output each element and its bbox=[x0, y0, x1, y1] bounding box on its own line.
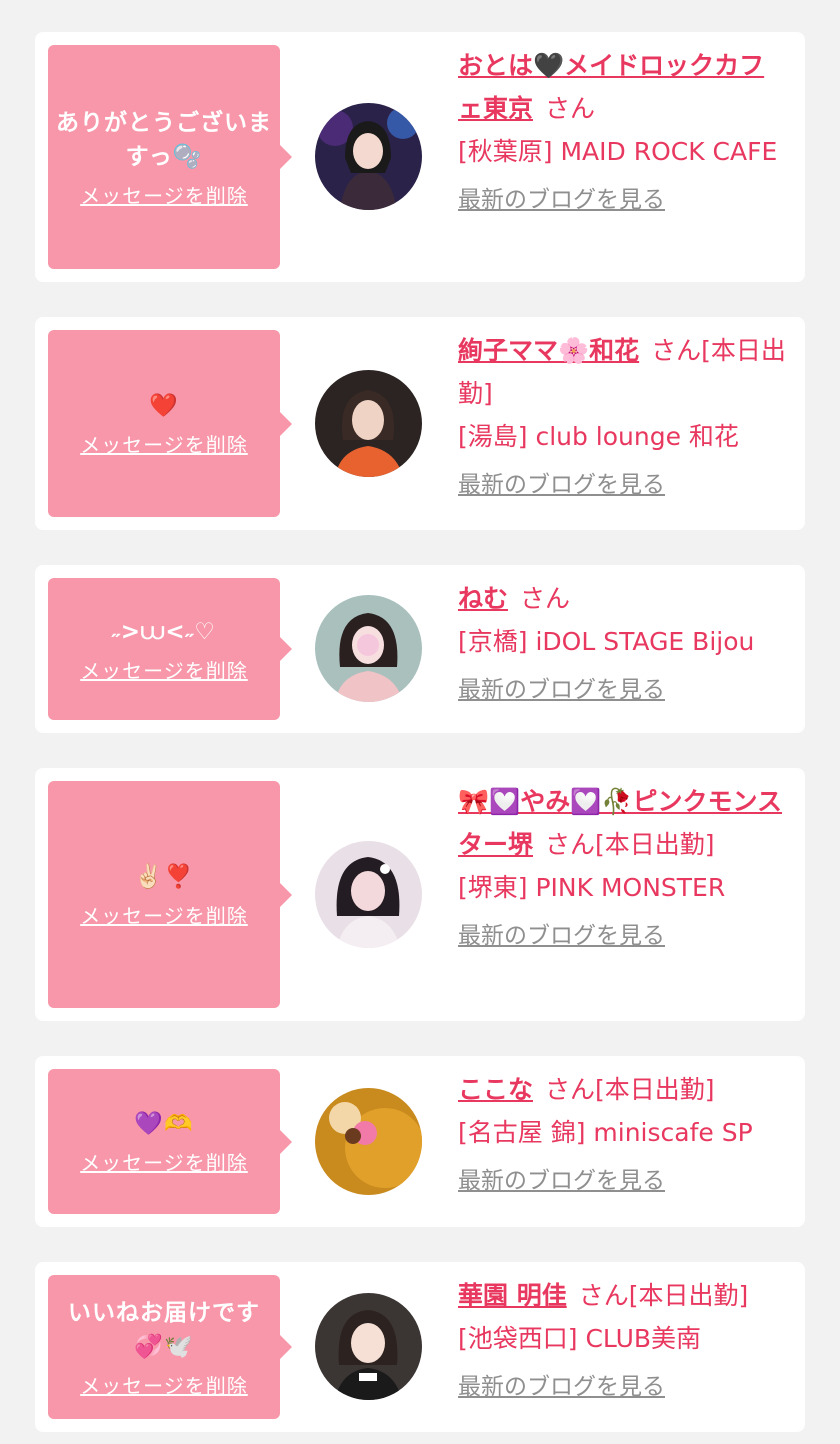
message-text: ✌🏻❣️ bbox=[134, 864, 194, 890]
message-text: ❤️ bbox=[149, 393, 179, 419]
latest-blog-link[interactable]: 最新のブログを見る bbox=[458, 1160, 665, 1203]
latest-blog-link[interactable]: 最新のブログを見る bbox=[458, 464, 665, 507]
delete-message-link[interactable]: メッセージを削除 bbox=[80, 180, 248, 209]
user-suffix: さん bbox=[520, 584, 571, 613]
message-bubble: ありがとうございますっ🫧 メッセージを削除 bbox=[48, 45, 292, 269]
latest-blog-link[interactable]: 最新のブログを見る bbox=[458, 915, 665, 958]
avatar[interactable] bbox=[315, 595, 422, 702]
delete-message-link[interactable]: メッセージを削除 bbox=[80, 1147, 248, 1176]
shop-text: [京橋] iDOL STAGE Bijou bbox=[458, 627, 755, 656]
user-info: 華園 明佳 さん[本日出勤] [池袋西口] CLUB美南 最新のブログを見る bbox=[458, 1274, 788, 1409]
message-text: ˶>⩊<˶♡ bbox=[112, 618, 216, 645]
message-text: ありがとうございますっ🫧 bbox=[56, 109, 272, 170]
delete-message-link[interactable]: メッセージを削除 bbox=[80, 429, 248, 458]
user-name-link[interactable]: ここな bbox=[458, 1075, 533, 1104]
message-bubble: ✌🏻❣️ メッセージを削除 bbox=[48, 781, 292, 1008]
user-info: おとは🖤メイドロックカフェ東京 さん [秋葉原] MAID ROCK CAFE 最… bbox=[458, 44, 788, 222]
avatar[interactable] bbox=[315, 103, 422, 210]
message-bubble: いいねお届けです💞🕊️ メッセージを削除 bbox=[48, 1275, 292, 1419]
shop-text: [堺東] PINK MONSTER bbox=[458, 873, 726, 902]
message-bubble: ❤️ メッセージを削除 bbox=[48, 330, 292, 517]
user-suffix: さん[本日出勤] bbox=[578, 1281, 749, 1310]
message-text: 💜🫶 bbox=[134, 1111, 194, 1137]
avatar[interactable] bbox=[315, 1293, 422, 1400]
latest-blog-link[interactable]: 最新のブログを見る bbox=[458, 1366, 665, 1409]
shop-text: [湯島] club lounge 和花 bbox=[458, 422, 739, 451]
user-suffix: さん bbox=[545, 94, 596, 123]
message-card: いいねお届けです💞🕊️ メッセージを削除 華園 明佳 さん[本日出勤] [池袋西口… bbox=[35, 1262, 805, 1432]
user-info: 絢子ママ🌸和花 さん[本日出勤] [湯島] club lounge 和花 最新のブ… bbox=[458, 329, 788, 507]
message-bubble: 💜🫶 メッセージを削除 bbox=[48, 1069, 292, 1214]
user-suffix: さん[本日出勤] bbox=[545, 830, 715, 859]
message-text: いいねお届けです💞🕊️ bbox=[68, 1299, 260, 1360]
user-name-link[interactable]: ねむ bbox=[458, 584, 508, 613]
latest-blog-link[interactable]: 最新のブログを見る bbox=[458, 179, 665, 222]
user-info: 🎀💟やみ💟🥀ピンクモンスター堺 さん[本日出勤] [堺東] PINK MONSTE… bbox=[458, 780, 788, 958]
message-bubble: ˶>⩊<˶♡ メッセージを削除 bbox=[48, 578, 292, 720]
delete-message-link[interactable]: メッセージを削除 bbox=[80, 900, 248, 929]
message-card: ありがとうございますっ🫧 メッセージを削除 おとは🖤メイドロックカフェ東京 さん … bbox=[35, 32, 805, 282]
shop-text: [名古屋 錦] miniscafe SP bbox=[458, 1118, 753, 1147]
message-card: ✌🏻❣️ メッセージを削除 🎀💟やみ💟🥀ピンクモンスター堺 さん[本日出勤] [堺… bbox=[35, 768, 805, 1021]
user-name-link[interactable]: 華園 明佳 bbox=[458, 1281, 567, 1310]
user-name-link[interactable]: 絢子ママ🌸和花 bbox=[458, 336, 639, 365]
shop-text: [池袋西口] CLUB美南 bbox=[458, 1324, 702, 1353]
avatar[interactable] bbox=[315, 1088, 422, 1195]
latest-blog-link[interactable]: 最新のブログを見る bbox=[458, 669, 665, 712]
avatar[interactable] bbox=[315, 841, 422, 948]
avatar[interactable] bbox=[315, 370, 422, 477]
user-info: ここな さん[本日出勤] [名古屋 錦] miniscafe SP 最新のブログを… bbox=[458, 1068, 788, 1203]
message-card: ❤️ メッセージを削除 絢子ママ🌸和花 さん[本日出勤] [湯島] club lo… bbox=[35, 317, 805, 530]
user-info: ねむ さん [京橋] iDOL STAGE Bijou 最新のブログを見る bbox=[458, 577, 788, 712]
shop-text: [秋葉原] MAID ROCK CAFE bbox=[458, 137, 778, 166]
delete-message-link[interactable]: メッセージを削除 bbox=[80, 655, 248, 684]
message-card: ˶>⩊<˶♡ メッセージを削除 ねむ さん [京橋] iDOL STAGE Bij… bbox=[35, 565, 805, 733]
delete-message-link[interactable]: メッセージを削除 bbox=[80, 1370, 248, 1399]
message-card: 💜🫶 メッセージを削除 ここな さん[本日出勤] [名古屋 錦] miniscaf… bbox=[35, 1056, 805, 1227]
user-suffix: さん[本日出勤] bbox=[545, 1075, 715, 1104]
user-name-link[interactable]: おとは🖤メイドロックカフェ東京 bbox=[458, 51, 764, 123]
